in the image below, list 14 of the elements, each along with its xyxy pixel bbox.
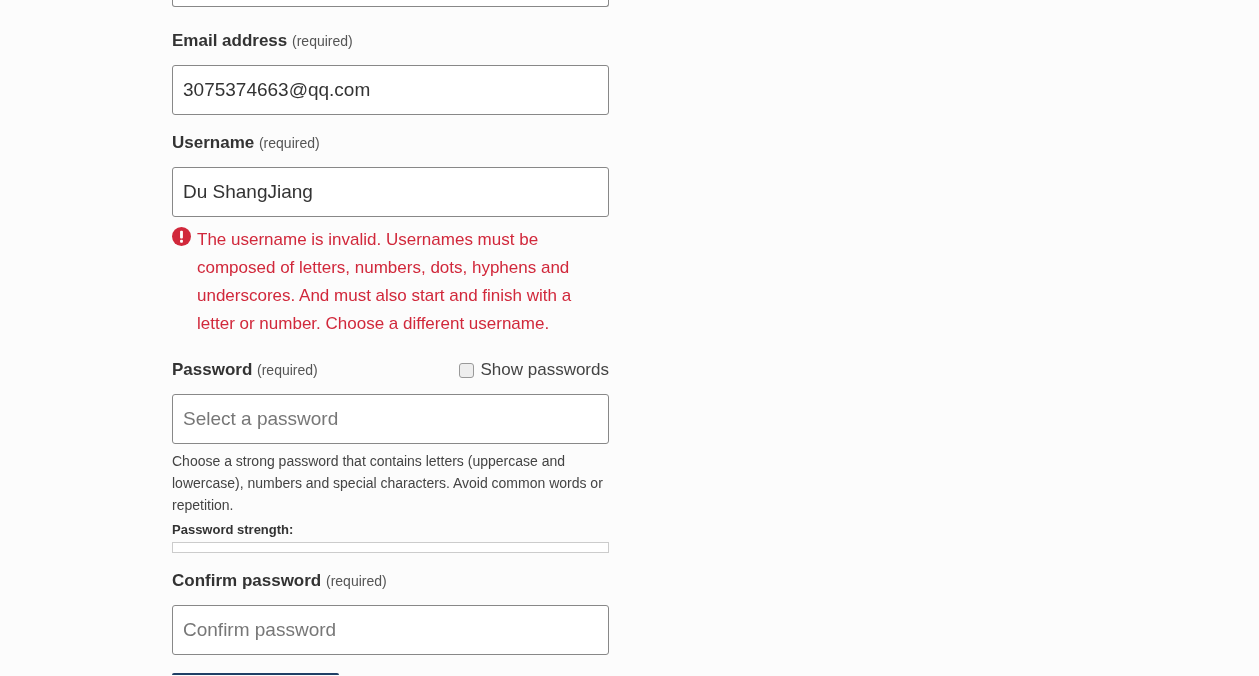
field-label: Confirm password (required) — [172, 571, 387, 591]
password-field[interactable]: Select a password — [172, 394, 609, 444]
field-label: Email address (required) — [172, 31, 353, 51]
strength-label: Password strength: — [172, 522, 295, 537]
error-message: The username is invalid. Usernames must be composed of letters, numbers, dots, hyphens and underscores. And must also start and finish with a letter or number. Choose a different username. — [197, 229, 573, 335]
text-field[interactable] — [172, 0, 609, 7]
text-field[interactable]: Du ShangJiang — [172, 167, 609, 217]
field-label: Username (required) — [172, 133, 320, 153]
password-help-text: Choose a strong password that contains letters (uppercase and lowercase), numbers and special characters. Avoid common words or repetition. — [172, 452, 604, 515]
show-passwords-checkbox[interactable]: Show passwords — [459, 360, 609, 380]
field-label: Password (required) — [172, 360, 318, 380]
text-field[interactable]: 3075374663@qq.com — [172, 65, 609, 115]
error-icon — [172, 227, 191, 246]
text-field[interactable]: Confirm password — [172, 605, 609, 655]
